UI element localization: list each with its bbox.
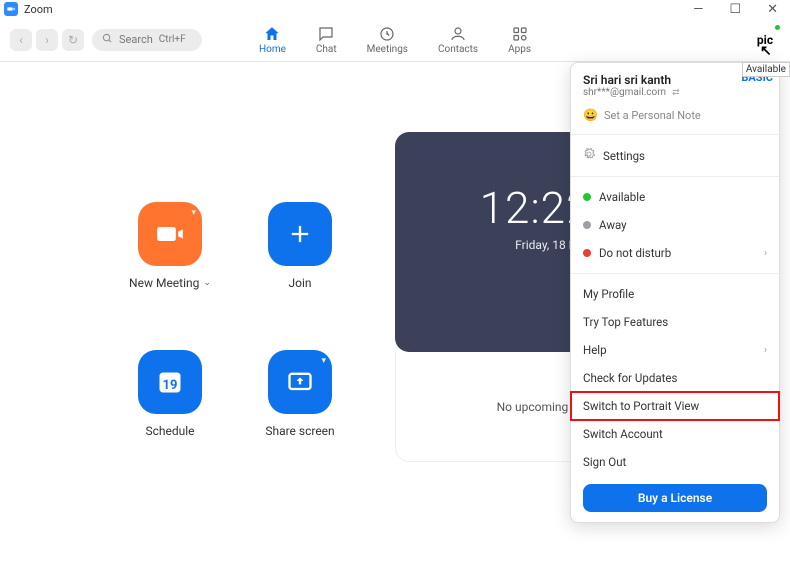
status-dot-icon: [583, 193, 591, 201]
toolbar: ‹ › ↻ Search Ctrl+F Home Chat Meetings C…: [0, 18, 790, 62]
status-dot-icon: [583, 221, 591, 229]
tab-contacts[interactable]: Contacts: [438, 24, 478, 55]
tab-chat[interactable]: Chat: [316, 24, 337, 55]
tab-apps[interactable]: Apps: [508, 24, 531, 55]
status-dot-icon: [583, 249, 591, 257]
sign-out-item[interactable]: Sign Out: [571, 448, 779, 476]
search-input[interactable]: Search Ctrl+F: [92, 29, 202, 51]
search-icon: [102, 33, 113, 47]
window-controls: — ☐ ✕: [693, 3, 786, 16]
chevron-down-icon[interactable]: ⌄: [203, 278, 211, 288]
nav-forward-button[interactable]: ›: [36, 29, 58, 51]
nav-back-button[interactable]: ‹: [10, 29, 32, 51]
schedule-label: Schedule: [145, 424, 194, 438]
profile-avatar-button[interactable]: pic ↖: [750, 25, 780, 55]
tab-home[interactable]: Home: [259, 24, 286, 55]
home-icon: [262, 24, 282, 44]
tab-contacts-label: Contacts: [438, 44, 478, 55]
tab-meetings-label: Meetings: [367, 44, 408, 55]
tab-chat-label: Chat: [316, 44, 337, 55]
search-shortcut: Ctrl+F: [159, 34, 186, 45]
profile-name: Sri hari sri kanth: [583, 73, 767, 87]
my-profile-item[interactable]: My Profile: [571, 280, 779, 308]
chevron-down-icon: ▾: [321, 356, 326, 366]
schedule-button[interactable]: 19: [138, 350, 202, 414]
status-tooltip: Available: [742, 62, 790, 77]
new-meeting-button[interactable]: ▾: [138, 202, 202, 266]
join-button[interactable]: [268, 202, 332, 266]
join-label: Join: [288, 276, 311, 290]
personal-note-button[interactable]: 😀 Set a Personal Note: [571, 102, 779, 128]
status-dnd-item[interactable]: Do not disturb ›: [571, 239, 779, 267]
share-label: Share screen: [265, 424, 334, 438]
app-title: Zoom: [24, 3, 53, 16]
settings-item[interactable]: Settings: [571, 141, 779, 170]
chat-icon: [316, 24, 336, 44]
maximize-button[interactable]: ☐: [729, 3, 741, 16]
status-indicator-icon: [774, 24, 781, 31]
contacts-icon: [448, 24, 468, 44]
titlebar: Zoom — ☐ ✕: [0, 0, 790, 18]
app-icon: [4, 2, 18, 16]
check-updates-item[interactable]: Check for Updates: [571, 364, 779, 392]
cursor-icon: ↖: [760, 43, 772, 59]
try-top-features-item[interactable]: Try Top Features: [571, 308, 779, 336]
profile-email: shr***@gmail.com ⇄: [583, 87, 767, 98]
share-screen-button[interactable]: ▾: [268, 350, 332, 414]
new-meeting-label: New Meeting⌄: [129, 276, 211, 290]
apps-icon: [510, 24, 530, 44]
minimize-button[interactable]: —: [693, 3, 703, 16]
search-placeholder: Search: [119, 33, 153, 46]
switch-account-item[interactable]: Switch Account: [571, 420, 779, 448]
link-icon: ⇄: [672, 88, 680, 98]
tab-meetings[interactable]: Meetings: [367, 24, 408, 55]
tab-home-label: Home: [259, 44, 286, 55]
meetings-icon: [377, 24, 397, 44]
buy-license-button[interactable]: Buy a License: [583, 484, 767, 512]
status-away-item[interactable]: Away: [571, 211, 779, 239]
chevron-down-icon: ▾: [191, 208, 196, 218]
status-available-item[interactable]: Available: [571, 183, 779, 211]
content-area: ▾ New Meeting⌄ Join 19 Schedule ▾ Shar: [0, 62, 790, 562]
switch-portrait-item[interactable]: Switch to Portrait View: [571, 392, 779, 420]
gear-icon: [583, 148, 595, 163]
chevron-right-icon: ›: [764, 248, 767, 259]
tab-apps-label: Apps: [508, 44, 531, 55]
close-button[interactable]: ✕: [767, 3, 778, 16]
emoji-icon: 😀: [583, 108, 598, 122]
profile-dropdown: BASIC Sri hari sri kanth shr***@gmail.co…: [570, 62, 780, 523]
calendar-day: 19: [163, 378, 178, 393]
nav-history-button[interactable]: ↻: [62, 29, 84, 51]
chevron-right-icon: ›: [764, 345, 767, 356]
help-item[interactable]: Help ›: [571, 336, 779, 364]
